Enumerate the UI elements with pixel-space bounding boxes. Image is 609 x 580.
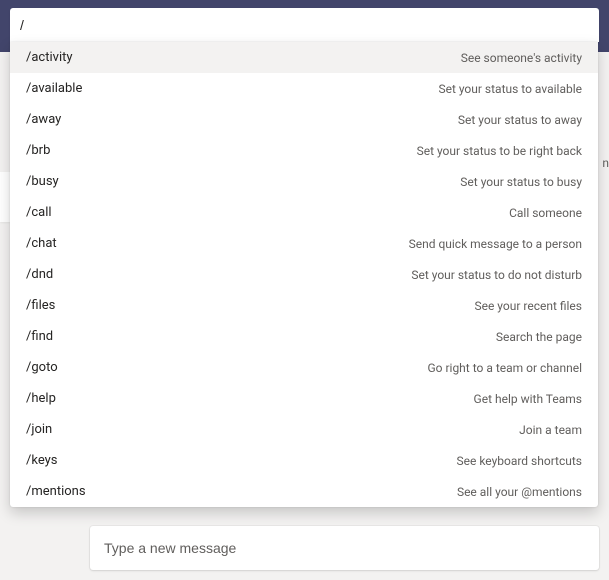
command-name: /find [26,329,53,344]
command-suggestion-item[interactable]: /chat Send quick message to a person [10,228,598,259]
command-suggestion-item[interactable]: /call Call someone [10,197,598,228]
command-description: See keyboard shortcuts [456,454,582,468]
command-description: Set your status to do not disturb [411,268,582,282]
command-name: /help [26,391,56,406]
command-description: Call someone [509,206,582,220]
command-suggestion-item[interactable]: /brb Set your status to be right back [10,135,598,166]
command-suggestion-item[interactable]: /available Set your status to available [10,73,598,104]
command-name: /away [26,112,61,127]
command-description: Set your status to away [458,113,582,127]
command-name: /join [26,422,52,437]
command-suggestion-item[interactable]: /away Set your status to away [10,104,598,135]
command-description: Get help with Teams [474,392,582,406]
command-suggestion-item[interactable]: /busy Set your status to busy [10,166,598,197]
command-description: Search the page [496,330,582,344]
truncated-background-text: n [602,156,609,170]
command-suggestion-item[interactable]: /join Join a team [10,414,598,445]
command-suggestion-item[interactable]: /mentions See all your @mentions [10,476,598,507]
command-suggestions-dropdown: /activity See someone's activity/availabl… [10,42,598,507]
command-description: Go right to a team or channel [427,361,582,375]
command-description: Join a team [519,423,582,437]
command-name: /files [26,298,55,313]
command-suggestion-item[interactable]: /help Get help with Teams [10,383,598,414]
command-search-box[interactable] [10,8,599,42]
command-name: /mentions [26,484,86,499]
command-suggestion-item[interactable]: /dnd Set your status to do not disturb [10,259,598,290]
command-description: See all your @mentions [457,485,582,499]
command-suggestion-item[interactable]: /files See your recent files [10,290,598,321]
command-description: Set your status to be right back [417,144,582,158]
command-description: See your recent files [474,299,582,313]
command-suggestion-item[interactable]: /activity See someone's activity [10,42,598,73]
command-description: Set your status to busy [460,175,582,189]
command-name: /available [26,81,82,96]
command-suggestion-item[interactable]: /goto Go right to a team or channel [10,352,598,383]
command-suggestion-item[interactable]: /find Search the page [10,321,598,352]
command-suggestion-item[interactable]: /keys See keyboard shortcuts [10,445,598,476]
command-name: /dnd [26,267,53,282]
sidebar-sliver [0,52,10,580]
message-compose-box[interactable] [90,526,599,570]
sidebar-card-fragment [0,172,10,222]
command-name: /keys [26,453,58,468]
command-description: See someone's activity [461,51,582,65]
message-compose-input[interactable] [104,540,585,556]
command-name: /goto [26,360,58,375]
command-name: /call [26,205,52,220]
command-search-input[interactable] [20,8,589,42]
command-name: /activity [26,50,73,65]
command-description: Set your status to available [438,82,582,96]
command-name: /chat [26,236,57,251]
command-description: Send quick message to a person [409,237,582,251]
command-name: /brb [26,143,50,158]
command-name: /busy [26,174,59,189]
